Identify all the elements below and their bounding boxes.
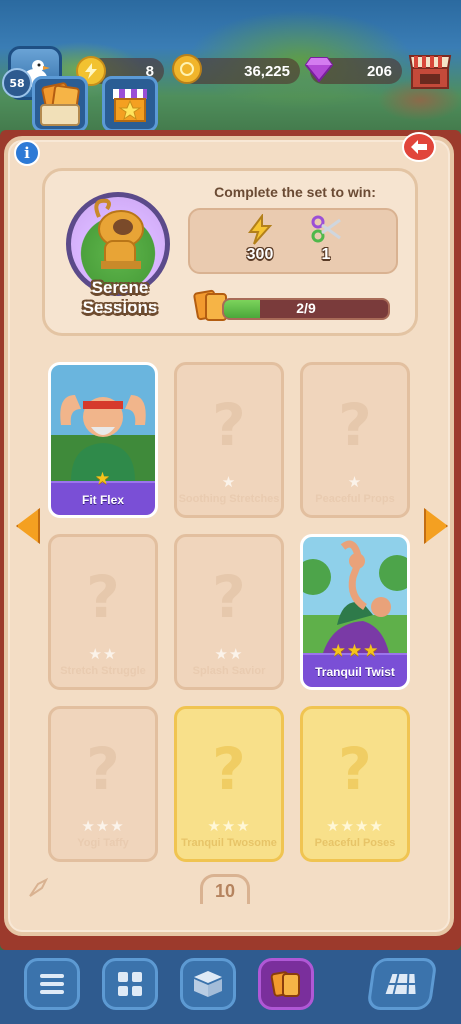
gem-value: 206 xyxy=(366,62,392,80)
reward-scissors: 1 xyxy=(296,214,356,264)
card-stars: ★★★ xyxy=(330,641,380,661)
set-name-line1: Serene xyxy=(91,278,149,297)
card-soothing-stretches[interactable]: ? ★ Soothing Stretches xyxy=(174,362,284,518)
gem-icon xyxy=(304,54,334,84)
storage-button[interactable] xyxy=(180,958,236,1010)
card-stretch-struggle[interactable]: ? ★★ Stretch Struggle xyxy=(48,534,158,690)
card-yogi-taffy[interactable]: ? ★★★ Yogi Taffy xyxy=(48,706,158,862)
coin-icon xyxy=(172,54,202,84)
card-peaceful-poses[interactable]: ? ★★★★ Peaceful Poses xyxy=(300,706,410,862)
grid-icon xyxy=(118,972,142,996)
card-stars: ★★ xyxy=(88,645,118,663)
reward-energy-value: 300 xyxy=(246,246,274,263)
question-mark-icon: ? xyxy=(338,391,372,459)
question-mark-icon: ? xyxy=(86,563,120,631)
tab-card-collection[interactable] xyxy=(32,76,88,132)
question-mark-icon: ? xyxy=(212,735,246,803)
card-tranquil-twosome[interactable]: ? ★★★ Tranquil Twosome xyxy=(174,706,284,862)
card-stars: ★ xyxy=(221,473,237,491)
player-level-badge: 58 xyxy=(2,68,32,98)
question-mark-icon: ? xyxy=(212,563,246,631)
card-tranquil-twist[interactable]: ★★★ Tranquil Twist xyxy=(300,534,410,690)
card-name: Stretch Struggle xyxy=(60,665,146,677)
card-album-button[interactable] xyxy=(258,958,314,1010)
set-name: Serene Sessions xyxy=(60,278,180,318)
energy-bolt-icon xyxy=(244,213,276,246)
map-button[interactable] xyxy=(366,958,438,1010)
card-name: Soothing Stretches xyxy=(178,493,280,505)
cards-icon xyxy=(270,971,300,997)
box-icon xyxy=(194,971,222,997)
reward-box xyxy=(188,208,398,274)
lion-statue-icon xyxy=(94,198,144,269)
card-peaceful-props[interactable]: ? ★ Peaceful Props xyxy=(300,362,410,518)
menu-button[interactable] xyxy=(24,958,80,1010)
menu-icon xyxy=(40,974,64,994)
card-stars: ★ xyxy=(94,469,112,489)
page-number: 10 xyxy=(200,874,250,904)
card-name: Fit Flex xyxy=(81,493,124,507)
info-button[interactable]: i xyxy=(14,140,40,166)
card-name: Peaceful Poses xyxy=(314,837,396,849)
star-chest-icon xyxy=(113,89,147,122)
card-name: Tranquil Twist xyxy=(315,665,395,679)
reward-title: Complete the set to win: xyxy=(214,184,376,200)
card-name: Yogi Taffy xyxy=(77,837,129,849)
back-button[interactable] xyxy=(402,132,436,162)
map-tiles-icon xyxy=(385,973,416,995)
card-stars: ★★ xyxy=(214,645,244,663)
yoga-pair-art xyxy=(303,537,407,653)
flexing-man-art xyxy=(51,365,155,481)
question-mark-icon: ? xyxy=(86,735,120,803)
question-mark-icon: ? xyxy=(212,391,246,459)
card-stars: ★ xyxy=(347,473,363,491)
card-splash-savior[interactable]: ? ★★ Splash Savior xyxy=(174,534,284,690)
coin-value: 36,225 xyxy=(244,62,290,80)
reward-scissors-value: 1 xyxy=(321,246,331,263)
question-mark-icon: ? xyxy=(338,735,372,803)
card-fit-flex[interactable]: ★ Fit Flex xyxy=(48,362,158,518)
scissors-icon xyxy=(310,214,342,246)
card-pack-icon xyxy=(40,82,80,126)
card-stars: ★★★ xyxy=(81,817,125,835)
card-stars: ★★★★ xyxy=(326,817,384,835)
card-stars: ★★★ xyxy=(207,817,251,835)
set-progress-text: 2/9 xyxy=(296,300,316,316)
tab-star-rewards[interactable] xyxy=(102,76,158,132)
card-name: Tranquil Twosome xyxy=(181,837,277,849)
set-name-line2: Sessions xyxy=(82,298,158,317)
pin-icon xyxy=(24,874,52,902)
board-button[interactable] xyxy=(102,958,158,1010)
back-arrow-icon xyxy=(411,140,427,154)
reward-energy: 300 xyxy=(230,213,290,264)
card-name: Splash Savior xyxy=(192,665,266,677)
card-name: Peaceful Props xyxy=(315,493,395,505)
shop-icon[interactable] xyxy=(408,50,452,90)
